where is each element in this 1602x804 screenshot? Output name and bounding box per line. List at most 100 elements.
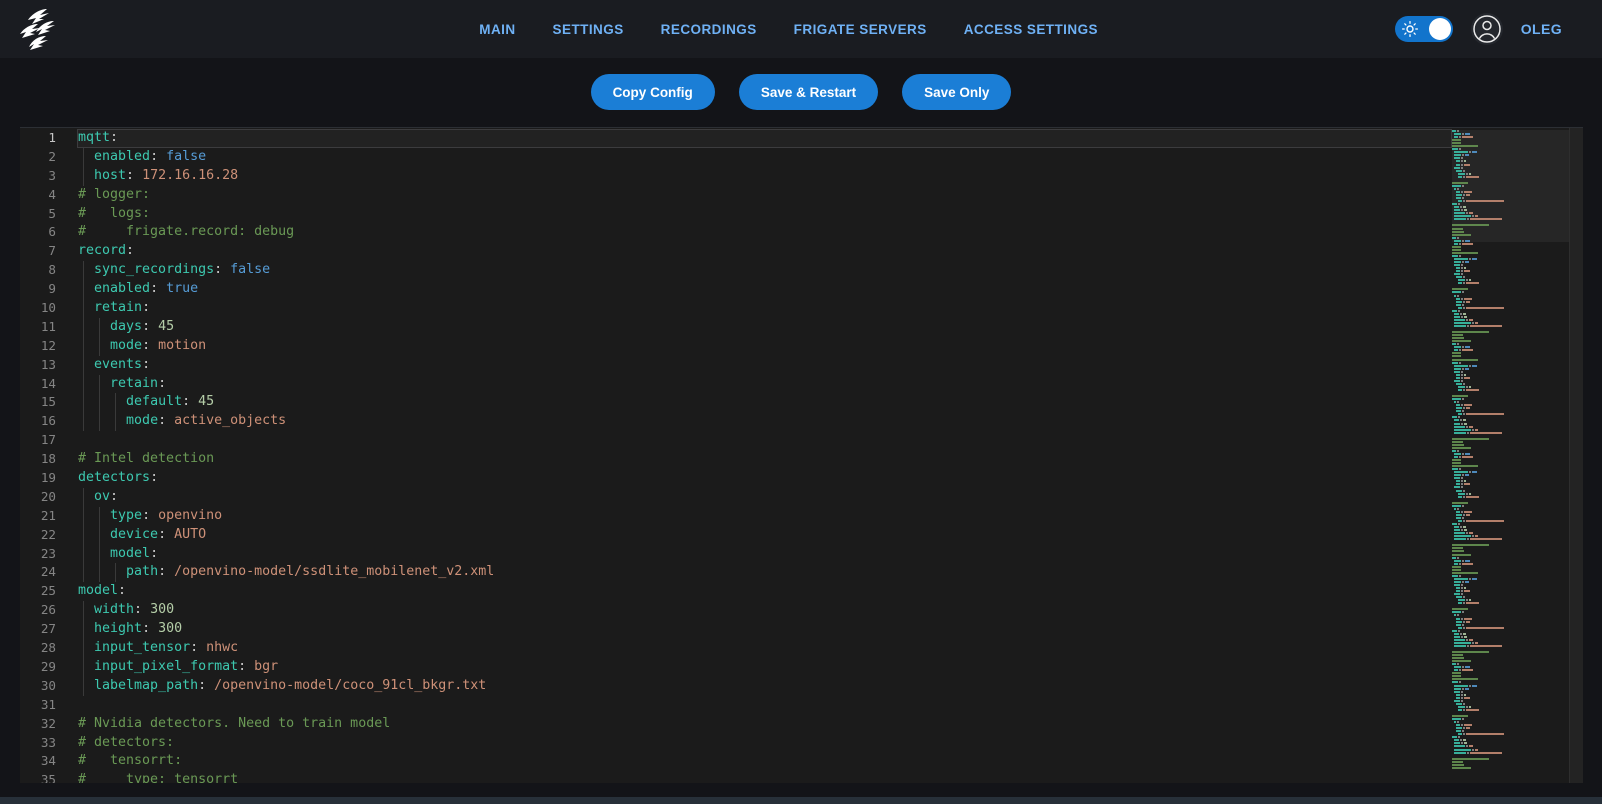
code-line[interactable]: 2 enabled: false [20, 148, 1583, 167]
minimap-line [1452, 493, 1569, 495]
code-line[interactable]: 17 [20, 431, 1583, 450]
user-avatar-icon[interactable] [1471, 13, 1503, 45]
minimap-line [1452, 468, 1569, 470]
code-line[interactable]: 18# Intel detection [20, 450, 1583, 469]
code-line[interactable]: 16 mode: active_objects [20, 412, 1583, 431]
save-restart-button[interactable]: Save & Restart [739, 74, 878, 110]
minimap-line [1452, 502, 1569, 504]
line-number: 17 [20, 431, 56, 450]
code-line[interactable]: 3 host: 172.16.16.28 [20, 167, 1583, 186]
code-line[interactable]: 28 input_tensor: nhwc [20, 639, 1583, 658]
code-line[interactable]: 35# type: tensorrt [20, 771, 1583, 783]
minimap-line [1452, 523, 1569, 525]
editor-vertical-scrollbar[interactable] [1569, 128, 1583, 783]
code-line[interactable]: 1mqtt: [20, 129, 1583, 148]
line-number: 2 [20, 148, 56, 167]
code-line[interactable]: 19detectors: [20, 469, 1583, 488]
minimap-line [1452, 752, 1569, 754]
minimap-line [1452, 395, 1569, 397]
line-number: 3 [20, 167, 56, 186]
minimap-line [1452, 343, 1569, 345]
minimap-line [1452, 727, 1569, 729]
code-line[interactable]: 13 events: [20, 356, 1583, 375]
minimap-line [1452, 547, 1569, 549]
code-line[interactable]: 24 path: /openvino-model/ssdlite_mobilen… [20, 563, 1583, 582]
code-line[interactable]: 15 default: 45 [20, 393, 1583, 412]
frigate-logo-icon[interactable] [14, 6, 58, 52]
code-line[interactable]: 25model: [20, 582, 1583, 601]
minimap-line [1452, 340, 1569, 342]
minimap-line [1452, 410, 1569, 412]
minimap-line [1452, 465, 1569, 467]
line-number: 30 [20, 677, 56, 696]
page-horizontal-scrollbar[interactable] [0, 797, 1602, 804]
code-line[interactable]: 8 sync_recordings: false [20, 261, 1583, 280]
code-line[interactable]: 11 days: 45 [20, 318, 1583, 337]
minimap-line [1452, 703, 1569, 705]
minimap-line [1452, 480, 1569, 482]
code-line[interactable]: 10 retain: [20, 299, 1583, 318]
username-label[interactable]: OLEG [1521, 21, 1562, 37]
minimap-line [1452, 627, 1569, 629]
minimap-line [1452, 712, 1569, 714]
code-line[interactable]: 5# logs: [20, 205, 1583, 224]
code-line[interactable]: 22 device: AUTO [20, 526, 1583, 545]
nav-item-main[interactable]: MAIN [479, 22, 515, 37]
minimap-line [1452, 685, 1569, 687]
code-line[interactable]: 23 model: [20, 545, 1583, 564]
minimap-line [1452, 313, 1569, 315]
minimap-line [1452, 630, 1569, 632]
code-line[interactable]: 33# detectors: [20, 734, 1583, 753]
minimap-line [1452, 532, 1569, 534]
theme-toggle[interactable] [1395, 16, 1453, 42]
minimap-line [1452, 578, 1569, 580]
minimap-line [1452, 599, 1569, 601]
code-line[interactable]: 31 [20, 696, 1583, 715]
copy-config-button[interactable]: Copy Config [591, 74, 715, 110]
code-line[interactable]: 12 mode: motion [20, 337, 1583, 356]
minimap-line [1452, 554, 1569, 556]
code-line[interactable]: 29 input_pixel_format: bgr [20, 658, 1583, 677]
nav-item-settings[interactable]: SETTINGS [553, 22, 624, 37]
line-number: 13 [20, 356, 56, 375]
minimap-line [1452, 605, 1569, 607]
code-line[interactable]: 27 height: 300 [20, 620, 1583, 639]
nav-item-recordings[interactable]: RECORDINGS [661, 22, 757, 37]
minimap-line [1452, 435, 1569, 437]
minimap-line [1452, 557, 1569, 559]
minimap-line [1452, 587, 1569, 589]
save-only-button[interactable]: Save Only [902, 74, 1011, 110]
code-line[interactable]: 26 width: 300 [20, 601, 1583, 620]
line-number: 14 [20, 375, 56, 394]
nav-item-access-settings[interactable]: ACCESS SETTINGS [964, 22, 1098, 37]
code-line[interactable]: 6# frigate.record: debug [20, 223, 1583, 242]
code-line[interactable]: 9 enabled: true [20, 280, 1583, 299]
minimap-line [1452, 419, 1569, 421]
minimap-line [1452, 520, 1569, 522]
minimap-line [1452, 362, 1569, 364]
minimap-line [1452, 401, 1569, 403]
code-line[interactable]: 14 retain: [20, 375, 1583, 394]
config-code-editor[interactable]: 1mqtt:2 enabled: false3 host: 172.16.16.… [20, 127, 1583, 783]
minimap-line [1452, 688, 1569, 690]
line-number: 23 [20, 545, 56, 564]
code-line[interactable]: 34# tensorrt: [20, 752, 1583, 771]
minimap-line [1452, 526, 1569, 528]
minimap-line [1452, 471, 1569, 473]
minimap-line [1452, 672, 1569, 674]
code-line[interactable]: 21 type: openvino [20, 507, 1583, 526]
minimap-line [1452, 563, 1569, 565]
minimap-line [1452, 505, 1569, 507]
minimap-line [1452, 529, 1569, 531]
code-line[interactable]: 7record: [20, 242, 1583, 261]
code-line[interactable]: 20 ov: [20, 488, 1583, 507]
minimap-line [1452, 438, 1569, 440]
editor-minimap[interactable] [1452, 130, 1569, 783]
code-line[interactable]: 32# Nvidia detectors. Need to train mode… [20, 715, 1583, 734]
code-line[interactable]: 30 labelmap_path: /openvino-model/coco_9… [20, 677, 1583, 696]
nav-item-frigate-servers[interactable]: FRIGATE SERVERS [794, 22, 927, 37]
minimap-line [1452, 243, 1569, 245]
minimap-line [1452, 657, 1569, 659]
minimap-line [1452, 490, 1569, 492]
code-line[interactable]: 4# logger: [20, 186, 1583, 205]
